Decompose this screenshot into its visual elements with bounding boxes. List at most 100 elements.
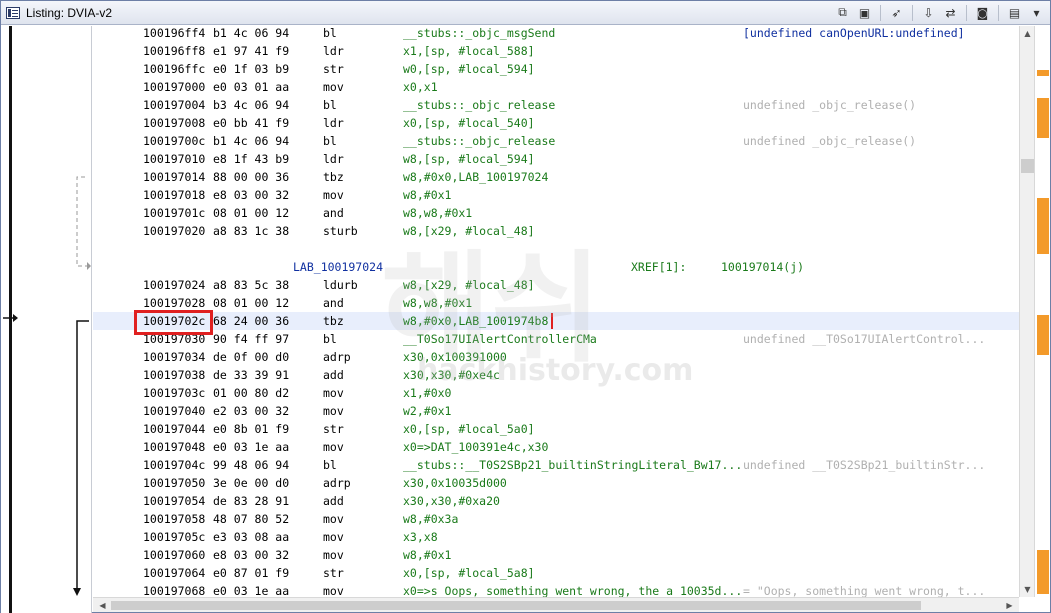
- listing-row[interactable]: 10019703c 01 00 80 d2 mov x1,#0x0: [93, 384, 1019, 402]
- listing-row[interactable]: 100197058 48 07 80 52 mov w8,#0x3a: [93, 510, 1019, 528]
- address: 100197060: [143, 548, 206, 562]
- address: 100197064: [143, 566, 206, 580]
- mnemonic: mov: [323, 440, 344, 454]
- vertical-scrollbar[interactable]: ▲ ▼: [1019, 26, 1034, 597]
- comment: undefined _objc_release(): [743, 98, 917, 112]
- mnemonic: str: [323, 566, 344, 580]
- mnemonic: mov: [323, 548, 344, 562]
- scroll-right-icon[interactable]: ▶: [1002, 598, 1017, 613]
- overview-bar[interactable]: [1034, 26, 1050, 597]
- listing-row[interactable]: 100197020 a8 83 1c 38 sturb w8,[x29, #local…: [93, 222, 1019, 240]
- listing-row[interactable]: 100197030 90 f4 ff 97 bl __T0So17UIAlertCon…: [93, 330, 1019, 348]
- h-scroll-thumb[interactable]: [111, 601, 921, 610]
- listing-row[interactable]: 100197014 88 00 00 36 tbz w8,#0x0,LAB_10019…: [93, 168, 1019, 186]
- bytes: e0 1f 03 b9: [213, 62, 290, 76]
- mnemonic: ldurb: [323, 278, 358, 292]
- scroll-thumb[interactable]: [1021, 159, 1034, 173]
- operands: x3,x8: [403, 530, 438, 544]
- operands: w8,#0x3a: [403, 512, 459, 526]
- listing-row[interactable]: 100197048 e0 03 1e aa mov x0=>DAT_100391e4c…: [93, 438, 1019, 456]
- bytes: e1 97 41 f9: [213, 44, 290, 58]
- operands: x30,0x10035d000: [403, 476, 507, 490]
- listing-row[interactable]: 100197040 e2 03 00 32 mov w2,#0x1: [93, 402, 1019, 420]
- listing-view[interactable]: 100196ff4 b1 4c 06 94 bl __stubs::_objc_msg…: [93, 26, 1019, 597]
- listing-row[interactable]: 100197018 e8 03 00 32 mov w8,#0x1: [93, 186, 1019, 204]
- listing-row[interactable]: 100196ffc e0 1f 03 b9 str w0,[sp, #local_59…: [93, 60, 1019, 78]
- scroll-left-icon[interactable]: ◀: [95, 598, 110, 613]
- bytes: 68 24 00 36: [213, 314, 290, 328]
- bytes: e3 03 08 aa: [213, 530, 290, 544]
- scroll-down-icon[interactable]: ▼: [1020, 582, 1035, 597]
- overview-mark: [1037, 550, 1049, 594]
- address: 100197044: [143, 422, 206, 436]
- address: 100197024: [143, 278, 206, 292]
- listing-row[interactable]: 100197010 e8 1f 43 b9 ldr w8,[sp, #local_59…: [93, 150, 1019, 168]
- listing-row[interactable]: 100197064 e0 87 01 f9 str x0,[sp, #local_5a…: [93, 564, 1019, 582]
- overview-mark: [1037, 98, 1049, 138]
- mnemonic: ldr: [323, 116, 344, 130]
- jump-arrow-head: [73, 588, 81, 596]
- bytes: e0 03 1e aa: [213, 584, 290, 597]
- mnemonic: mov: [323, 386, 344, 400]
- listing-row[interactable]: 100197050 3e 0e 00 d0 adrp x30,0x10035d000: [93, 474, 1019, 492]
- bytes: a8 83 5c 38: [213, 278, 290, 292]
- operands: w8,[x29, #local_48]: [403, 278, 535, 292]
- horizontal-scrollbar[interactable]: ◀ ▶: [93, 597, 1019, 612]
- address: 100197068: [143, 584, 206, 597]
- listing-row[interactable]: 100197028 08 01 00 12 and w8,w8,#0x1: [93, 294, 1019, 312]
- paste-icon[interactable]: ▣: [855, 3, 874, 22]
- overview-mark: [1037, 198, 1049, 254]
- jump-arrow-head: [87, 262, 91, 270]
- listing-row[interactable]: 100197038 de 33 39 91 add x30,x30,#0xe4c: [93, 366, 1019, 384]
- address: 100197010: [143, 152, 206, 166]
- mnemonic: add: [323, 368, 344, 382]
- listing-row[interactable]: 100197054 de 83 28 91 add x30,x30,#0xa20: [93, 492, 1019, 510]
- comment: undefined __T0So17UIAlertControl...: [743, 332, 986, 346]
- columns-icon[interactable]: ▤: [1005, 3, 1024, 22]
- operands: w8,#0x0,LAB_100197024: [403, 170, 549, 184]
- listing-row[interactable]: 10019704c 99 48 06 94 bl __stubs::__T0S2SBp…: [93, 456, 1019, 474]
- scroll-up-icon[interactable]: ▲: [1020, 26, 1035, 41]
- diff-icon[interactable]: ⇄: [941, 3, 960, 22]
- listing-row[interactable]: 100197000 e0 03 01 aa mov x0,x1: [93, 78, 1019, 96]
- cursor-icon[interactable]: ➶: [887, 3, 906, 22]
- menu-icon[interactable]: ▾: [1027, 3, 1046, 22]
- listing-row[interactable]: 10019700c b1 4c 06 94 bl __stubs::_objc_rel…: [93, 132, 1019, 150]
- jump-arrow-dashed: [76, 176, 87, 267]
- address: 100196ff8: [143, 44, 206, 58]
- operands: __stubs::__T0S2SBp21_builtinStringLitera…: [403, 458, 743, 472]
- listing-row[interactable]: 100197068 e0 03 1e aa mov x0=>s Oops, somet…: [93, 582, 1019, 597]
- highlight-box: [134, 310, 213, 335]
- listing-row[interactable]: 10019705c e3 03 08 aa mov x3,x8: [93, 528, 1019, 546]
- operands: w8,#0x0,LAB_1001974b8: [403, 314, 549, 328]
- listing-row[interactable]: 100197044 e0 8b 01 f9 str x0,[sp, #local_5a…: [93, 420, 1019, 438]
- operands: x0,[sp, #local_5a0]: [403, 422, 535, 436]
- save-icon[interactable]: ⇩: [919, 3, 938, 22]
- listing-row[interactable]: 100196ff4 b1 4c 06 94 bl __stubs::_objc_msg…: [93, 26, 1019, 42]
- mnemonic: mov: [323, 80, 344, 94]
- bytes: de 0f 00 d0: [213, 350, 290, 364]
- listing-row[interactable]: 100196ff8 e1 97 41 f9 ldr x1,[sp, #local_58…: [93, 42, 1019, 60]
- listing-row[interactable]: 100197060 e8 03 00 32 mov w8,#0x1: [93, 546, 1019, 564]
- bytes: de 83 28 91: [213, 494, 290, 508]
- address: 10019700c: [143, 134, 206, 148]
- bytes: e8 03 00 32: [213, 188, 290, 202]
- address: 100197014: [143, 170, 206, 184]
- listing-row[interactable]: 10019702c 68 24 00 36 tbz w8,#0x0,LAB_10019…: [93, 312, 1019, 330]
- mnemonic: bl: [323, 134, 337, 148]
- copy-icon[interactable]: ⧉: [833, 3, 852, 22]
- comment: = "Oops, something went wrong, t...: [743, 584, 986, 597]
- comment: [undefined canOpenURL:undefined]: [743, 26, 965, 40]
- operands: __stubs::_objc_release: [403, 98, 556, 112]
- address: 100197000: [143, 80, 206, 94]
- listing-row[interactable]: 100197008 e0 bb 41 f9 ldr x0,[sp, #local_54…: [93, 114, 1019, 132]
- bytes: 01 00 80 d2: [213, 386, 290, 400]
- snapshot-icon[interactable]: ◙: [973, 3, 992, 22]
- address: 100197038: [143, 368, 206, 382]
- listing-row[interactable]: 10019701c 08 01 00 12 and w8,w8,#0x1: [93, 204, 1019, 222]
- listing-row[interactable]: 100197034 de 0f 00 d0 adrp x30,0x100391000: [93, 348, 1019, 366]
- listing-row[interactable]: 100197024 a8 83 5c 38 ldurb w8,[x29, #local…: [93, 276, 1019, 294]
- address: 100196ff4: [143, 26, 206, 40]
- operands: w2,#0x1: [403, 404, 452, 418]
- listing-row[interactable]: 100197004 b3 4c 06 94 bl __stubs::_objc_rel…: [93, 96, 1019, 114]
